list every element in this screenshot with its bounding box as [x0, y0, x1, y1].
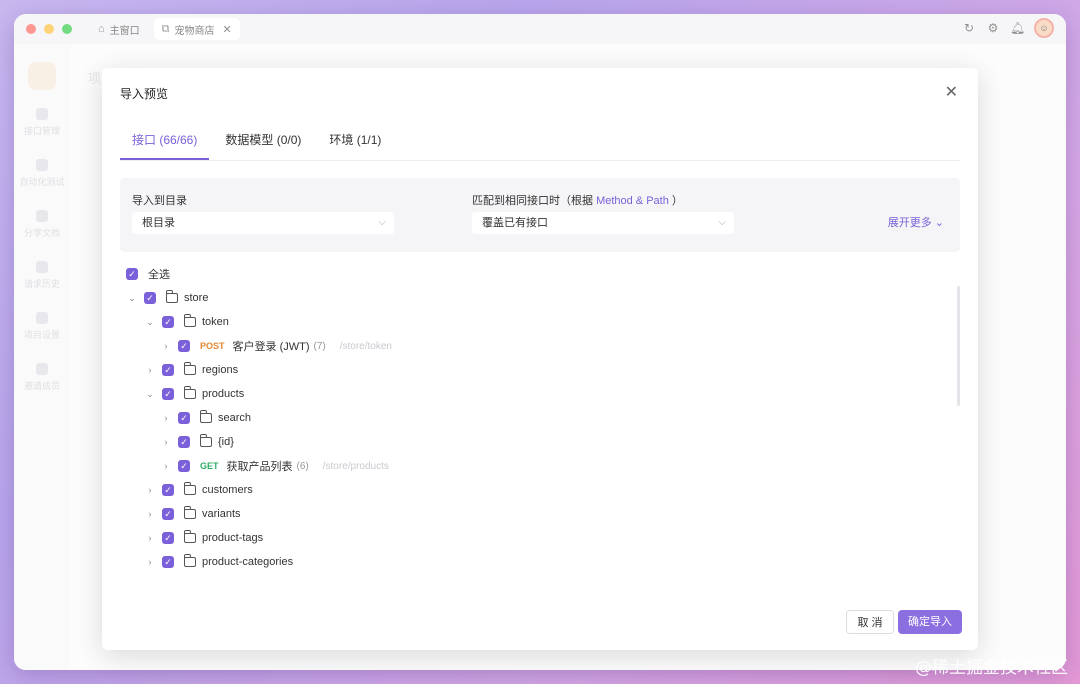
checkbox[interactable]: ✓: [162, 556, 174, 568]
folder-icon: [184, 533, 196, 543]
chevron-right-icon[interactable]: ›: [144, 533, 156, 543]
api-path: /store/products: [323, 461, 389, 472]
folder-label: store: [184, 292, 208, 304]
api-count: (6): [297, 461, 309, 472]
checkbox[interactable]: ✓: [162, 484, 174, 496]
chevron-right-icon[interactable]: ›: [160, 413, 172, 423]
close-icon[interactable]: ✕: [945, 82, 958, 102]
chevron-right-icon[interactable]: ›: [160, 461, 172, 471]
chevron-down-icon[interactable]: ⌄: [144, 389, 156, 400]
tree-folder-id[interactable]: › ✓ {id}: [160, 432, 234, 452]
tree-folder-store[interactable]: ⌄ ✓ store: [126, 288, 208, 308]
modal-title: 导入预览: [120, 85, 168, 102]
checkbox[interactable]: ✓: [178, 340, 190, 352]
chevron-down-icon: ⌵: [718, 212, 726, 234]
folder-label: product-categories: [202, 556, 293, 568]
folder-icon: [184, 509, 196, 519]
match-rule-label: 匹配到相同接口时（根据 Method & Path ）: [472, 192, 683, 208]
method-badge: GET: [200, 461, 219, 471]
api-path: /store/token: [340, 341, 392, 352]
folder-icon: [200, 413, 212, 423]
folder-label: variants: [202, 508, 241, 520]
tree-folder-product-tags[interactable]: › ✓ product-tags: [144, 528, 263, 548]
chevron-down-icon[interactable]: ⌄: [126, 293, 138, 304]
tab-divider: [120, 160, 960, 161]
checkbox[interactable]: ✓: [178, 460, 190, 472]
folder-label: regions: [202, 364, 238, 376]
modal-tabs: 接口 (66/66) 数据模型 (0/0) 环境 (1/1): [120, 128, 397, 160]
import-options: 导入到目录 根目录 ⌵ 匹配到相同接口时（根据 Method & Path ） …: [120, 178, 960, 252]
select-all-label: 全选: [148, 266, 170, 282]
folder-icon: [200, 437, 212, 447]
tree-folder-search[interactable]: › ✓ search: [160, 408, 251, 428]
target-dir-value: 根目录: [142, 217, 175, 229]
tree-folder-customers[interactable]: › ✓ customers: [144, 480, 253, 500]
target-dir-select[interactable]: 根目录 ⌵: [132, 212, 394, 234]
tree-folder-product-categories[interactable]: › ✓ product-categories: [144, 552, 293, 572]
match-rule-value: 覆盖已有接口: [482, 217, 548, 229]
folder-icon: [184, 485, 196, 495]
folder-icon: [184, 317, 196, 327]
chevron-down-icon: ⌵: [378, 212, 386, 234]
tree-folder-variants[interactable]: › ✓ variants: [144, 504, 241, 524]
checkbox[interactable]: ✓: [162, 532, 174, 544]
import-preview-modal: 导入预览 ✕ 接口 (66/66) 数据模型 (0/0) 环境 (1/1) 导入…: [102, 68, 978, 650]
chevron-down-icon[interactable]: ⌄: [144, 317, 156, 328]
folder-label: token: [202, 316, 229, 328]
confirm-import-button[interactable]: 确定导入: [898, 610, 962, 634]
tab-apis[interactable]: 接口 (66/66): [120, 128, 209, 160]
match-rule-select[interactable]: 覆盖已有接口 ⌵: [472, 212, 734, 234]
tree-scrollbar[interactable]: [957, 286, 960, 406]
tree-folder-products[interactable]: ⌄ ✓ products: [144, 384, 244, 404]
api-count: (7): [314, 341, 326, 352]
folder-label: {id}: [218, 436, 234, 448]
chevron-right-icon[interactable]: ›: [144, 557, 156, 567]
checkbox[interactable]: ✓: [162, 508, 174, 520]
folder-label: product-tags: [202, 532, 263, 544]
chevron-right-icon[interactable]: ›: [144, 365, 156, 375]
select-all-row[interactable]: ✓ 全选: [126, 264, 170, 284]
chevron-right-icon[interactable]: ›: [160, 437, 172, 447]
folder-icon: [184, 557, 196, 567]
folder-icon: [184, 365, 196, 375]
checkbox[interactable]: ✓: [144, 292, 156, 304]
api-name: 客户登录 (JWT): [233, 338, 310, 354]
tree-folder-token[interactable]: ⌄ ✓ token: [144, 312, 229, 332]
tree-folder-regions[interactable]: › ✓ regions: [144, 360, 238, 380]
folder-label: search: [218, 412, 251, 424]
folder-label: customers: [202, 484, 253, 496]
cancel-button[interactable]: 取 消: [846, 610, 894, 634]
target-dir-label: 导入到目录: [132, 192, 187, 208]
folder-icon: [166, 293, 178, 303]
checkbox[interactable]: ✓: [178, 412, 190, 424]
chevron-right-icon[interactable]: ›: [144, 485, 156, 495]
tree-api-products[interactable]: › ✓ GET 获取产品列表 (6) /store/products: [160, 456, 389, 476]
api-name: 获取产品列表: [227, 458, 293, 474]
chevron-right-icon[interactable]: ›: [144, 509, 156, 519]
chevron-right-icon[interactable]: ›: [160, 341, 172, 351]
tree-api-token[interactable]: › ✓ POST 客户登录 (JWT) (7) /store/token: [160, 336, 392, 356]
checkbox[interactable]: ✓: [126, 268, 138, 280]
checkbox[interactable]: ✓: [162, 364, 174, 376]
tab-data-models[interactable]: 数据模型 (0/0): [213, 128, 313, 160]
folder-label: products: [202, 388, 244, 400]
checkbox[interactable]: ✓: [162, 388, 174, 400]
expand-more-link[interactable]: 展开更多 ⌄: [888, 214, 944, 230]
watermark: @稀土掘金技术社区: [915, 653, 1068, 678]
method-badge: POST: [200, 341, 225, 351]
folder-icon: [184, 389, 196, 399]
checkbox[interactable]: ✓: [178, 436, 190, 448]
checkbox[interactable]: ✓: [162, 316, 174, 328]
tab-environments[interactable]: 环境 (1/1): [317, 128, 393, 160]
